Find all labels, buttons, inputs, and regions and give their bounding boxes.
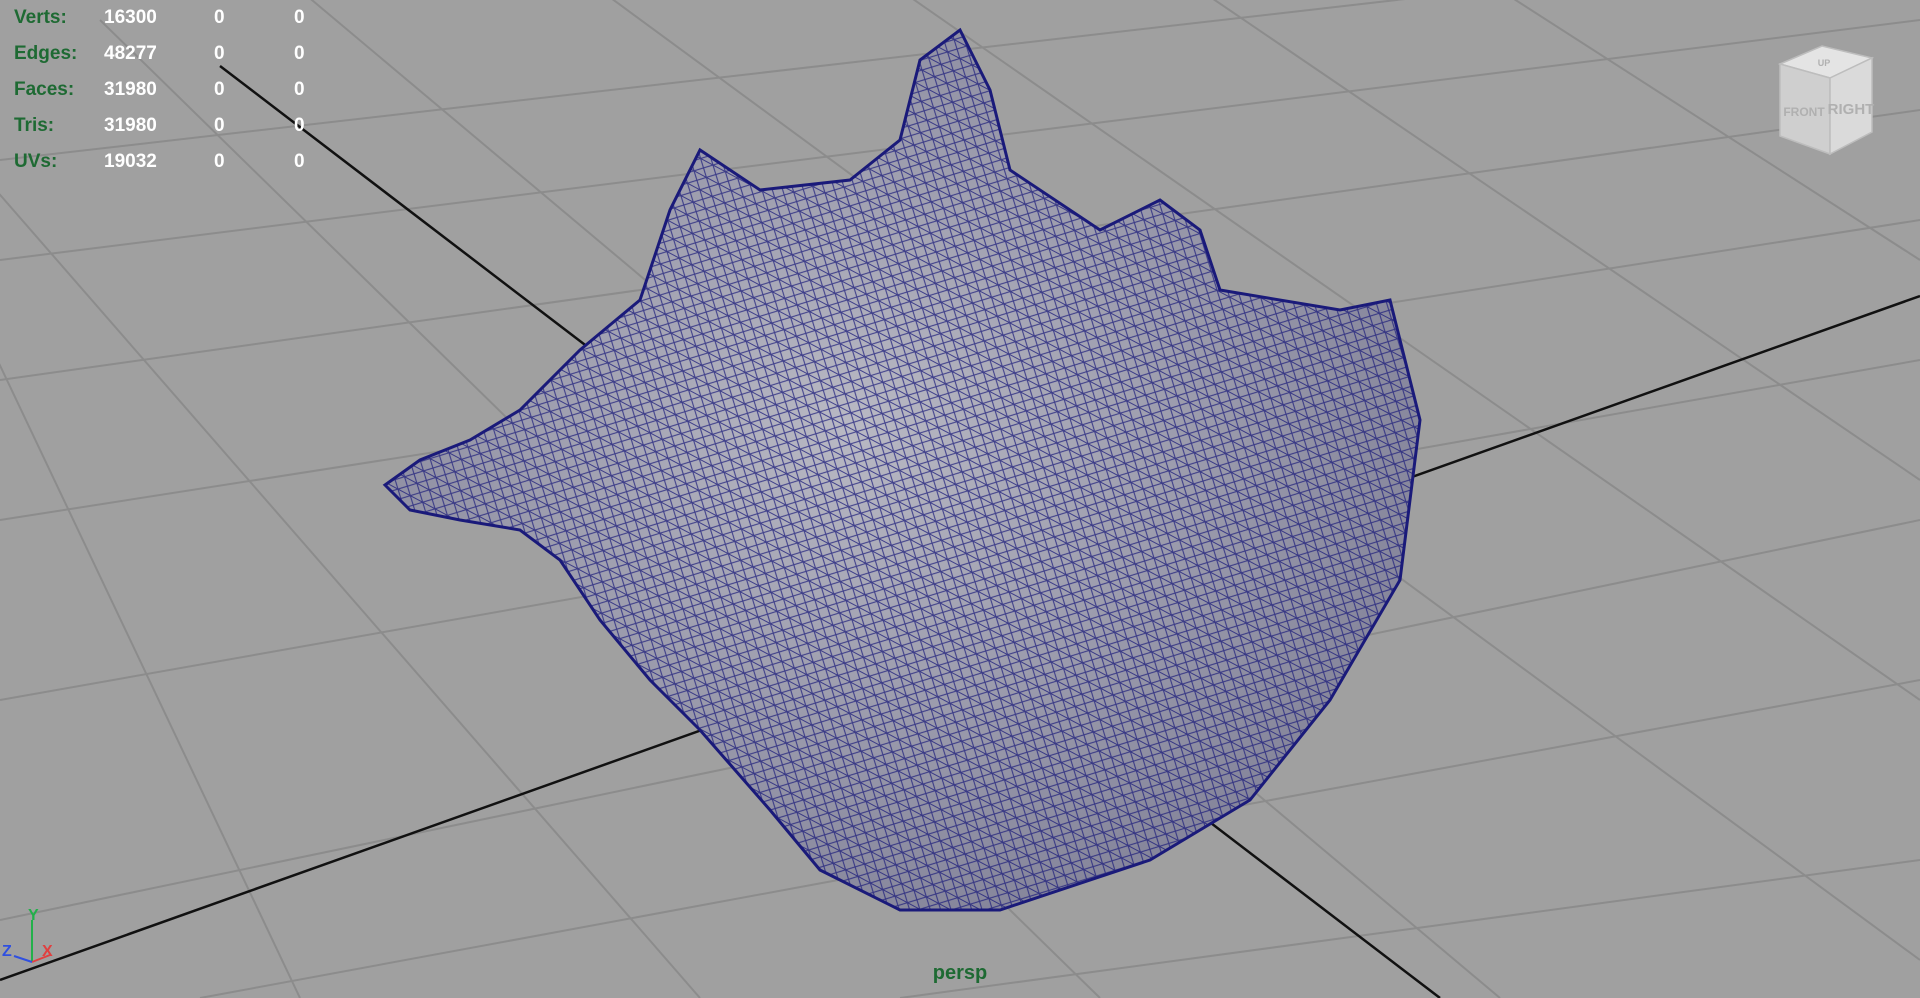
hud-total-value: 31980 [104,79,157,100]
axis-z-label: Z [2,943,12,960]
hud-row: Verts: 16300 0 0 [14,0,334,36]
hud-total-value: 48277 [104,43,157,64]
hud-label: Edges: [14,43,78,64]
perspective-viewport[interactable]: Verts: 16300 0 0 Edges: 48277 0 0 Faces: 31980 0 0 T… [0,0,1920,998]
hud-selected-triangles-value: 0 [294,115,305,136]
hud-selected-triangles-value: 0 [294,151,305,172]
camera-name-label: persp [932,962,988,984]
axis-x-label: X [42,943,53,960]
hud-selected-triangles-value: 0 [294,7,305,28]
hud-label: UVs: [14,151,58,172]
hud-selected-triangles-value: 0 [294,43,305,64]
hud-label: Verts: [14,7,67,28]
hud-row: Tris: 31980 0 0 [14,108,334,144]
hud-total-value: 19032 [104,151,157,172]
poly-count-hud: Verts: 16300 0 0 Edges: 48277 0 0 Faces: 31980 0 0 T… [14,0,334,180]
view-cube-front-label: FRONT [1783,105,1825,119]
hud-row: Faces: 31980 0 0 [14,72,334,108]
shell-mesh [382,27,1422,912]
hud-label: Tris: [14,115,55,136]
hud-selected-value: 0 [214,7,225,28]
hud-selected-triangles-value: 0 [294,79,305,100]
hud-selected-value: 0 [214,43,225,64]
hud-total-value: 31980 [104,115,157,136]
hud-selected-value: 0 [214,115,225,136]
view-cube-top-label: UP [1818,58,1831,68]
hud-selected-value: 0 [214,79,225,100]
view-cube[interactable]: UP FRONT RIGHT [1760,36,1890,166]
hud-total-value: 16300 [104,7,157,28]
view-cube-right-label: RIGHT [1828,101,1875,118]
hud-row: Edges: 48277 0 0 [14,36,334,72]
hud-row: UVs: 19032 0 0 [14,144,334,180]
hud-selected-value: 0 [214,151,225,172]
hud-label: Faces: [14,79,75,100]
axis-z-line [13,955,33,963]
axis-y-label: Y [28,907,39,924]
axis-gizmo: Y X Z [2,907,53,963]
